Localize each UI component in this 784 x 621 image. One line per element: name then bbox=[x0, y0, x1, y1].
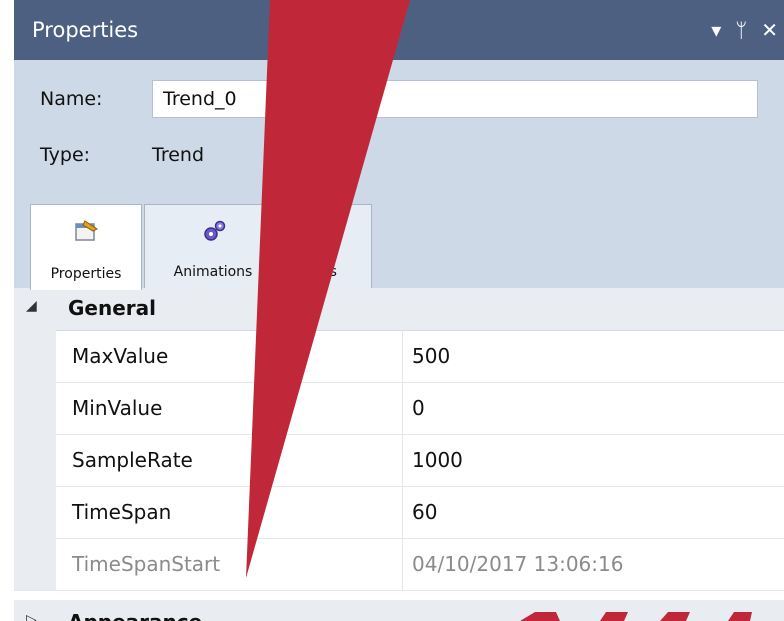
type-value: Trend bbox=[152, 144, 204, 166]
property-grid: ◢ General MaxValue 500 MinValue 0 Sample… bbox=[14, 288, 784, 621]
property-row-minvalue[interactable]: MinValue 0 bbox=[14, 382, 784, 435]
column-separator bbox=[402, 330, 403, 382]
property-value[interactable]: 60 bbox=[412, 500, 437, 524]
column-separator bbox=[402, 486, 403, 538]
property-value: 04/10/2017 13:06:16 bbox=[412, 552, 624, 576]
property-value[interactable]: 500 bbox=[412, 344, 450, 368]
property-name: SampleRate bbox=[72, 448, 193, 472]
row-gutter bbox=[14, 538, 56, 590]
category-name: General bbox=[68, 296, 156, 320]
row-gutter bbox=[14, 330, 56, 382]
property-name: MaxValue bbox=[72, 344, 169, 368]
properties-panel: Properties ▾ ᛘ ✕ Name: Type: Trend Prope… bbox=[14, 0, 784, 621]
collapse-triangle-icon[interactable]: ◢ bbox=[26, 298, 37, 314]
row-gutter bbox=[14, 434, 56, 486]
category-name: Appearance bbox=[68, 610, 202, 621]
column-separator bbox=[402, 382, 403, 434]
property-row-samplerate[interactable]: SampleRate 1000 bbox=[14, 434, 784, 487]
category-general[interactable]: ◢ General bbox=[14, 288, 784, 331]
property-row-timespanstart[interactable]: TimeSpanStart 04/10/2017 13:06:16 bbox=[14, 538, 784, 591]
property-row-maxvalue[interactable]: MaxValue 500 bbox=[14, 330, 784, 383]
tab-properties[interactable]: Properties bbox=[30, 204, 142, 290]
expand-triangle-icon[interactable]: ▷ bbox=[26, 612, 37, 621]
panel-title: Properties bbox=[32, 18, 139, 42]
property-name: TimeSpanStart bbox=[72, 552, 221, 576]
row-gutter bbox=[14, 382, 56, 434]
chevron-down-icon[interactable]: ▾ bbox=[711, 0, 721, 60]
title-bar-buttons: ▾ ᛘ ✕ bbox=[711, 0, 778, 60]
type-label: Type: bbox=[40, 144, 91, 166]
panel-title-bar: Properties ▾ ᛘ ✕ bbox=[14, 0, 784, 60]
name-input[interactable] bbox=[152, 80, 758, 118]
pin-icon[interactable]: ᛘ bbox=[735, 0, 747, 60]
tab-strip: Properties Animations es bbox=[14, 196, 784, 290]
properties-icon bbox=[73, 219, 99, 249]
property-name: TimeSpan bbox=[72, 500, 172, 524]
property-row-timespan[interactable]: TimeSpan 60 bbox=[14, 486, 784, 539]
column-separator bbox=[402, 538, 403, 590]
row-gutter bbox=[14, 486, 56, 538]
column-separator bbox=[402, 434, 403, 486]
tab-animations[interactable]: Animations es bbox=[144, 204, 372, 288]
tab-partial-label: es bbox=[321, 264, 337, 280]
tab-properties-label: Properties bbox=[50, 266, 122, 282]
object-header: Name: Type: Trend bbox=[14, 60, 784, 196]
property-value[interactable]: 0 bbox=[412, 396, 425, 420]
name-label: Name: bbox=[40, 88, 103, 110]
gears-icon bbox=[202, 219, 228, 249]
property-value[interactable]: 1000 bbox=[412, 448, 463, 472]
close-icon[interactable]: ✕ bbox=[761, 0, 778, 60]
category-appearance[interactable]: ▷ Appearance bbox=[14, 600, 784, 621]
property-name: MinValue bbox=[72, 396, 163, 420]
